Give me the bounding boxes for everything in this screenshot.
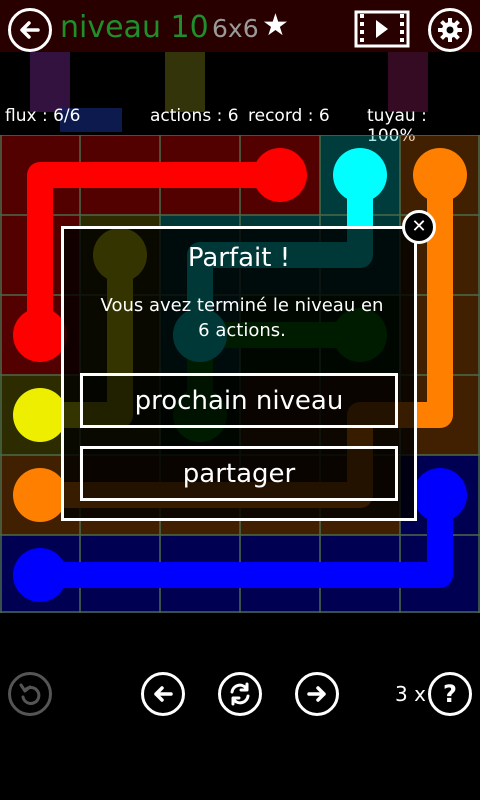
close-dialog-button[interactable]: ✕: [402, 210, 436, 244]
film-play-icon: [354, 10, 410, 48]
video-button[interactable]: [354, 10, 410, 48]
dialog-title: Parfait !: [187, 243, 291, 273]
dialog-message-line1: Vous avez terminé le niveau en: [100, 295, 384, 316]
gear-icon: [438, 18, 462, 42]
hint-button[interactable]: ?: [428, 672, 472, 716]
blue-dot: [13, 548, 67, 602]
undo-button[interactable]: [8, 672, 52, 716]
orange-dot: [413, 148, 467, 202]
arrow-left-icon: [20, 21, 40, 39]
grid-size-label: 6x6: [212, 14, 259, 43]
previous-level-button[interactable]: [141, 672, 185, 716]
hint-count: 3 x: [395, 682, 426, 706]
back-button[interactable]: [8, 8, 52, 52]
cyan-dot: [333, 148, 387, 202]
question-icon: ?: [443, 680, 457, 708]
undo-icon: [19, 683, 41, 705]
refresh-icon: [230, 682, 250, 706]
close-icon: ✕: [411, 216, 427, 237]
next-level-button[interactable]: prochain niveau: [80, 373, 398, 428]
arrow-left-icon: [154, 686, 173, 702]
record-counter: record : 6: [248, 106, 330, 126]
share-button[interactable]: partager: [80, 446, 398, 501]
arrow-right-icon: [307, 686, 326, 702]
level-title: niveau 10: [60, 10, 209, 45]
level-complete-dialog: Parfait ! Vous avez terminé le niveau en…: [61, 226, 417, 521]
red-dot: [13, 308, 67, 362]
dialog-message: Vous avez terminé le niveau en 6 actions…: [84, 293, 400, 343]
blue-dot: [413, 468, 467, 522]
moves-counter: actions : 6: [150, 106, 239, 126]
yellow-dot: [13, 388, 67, 442]
restart-button[interactable]: [218, 672, 262, 716]
next-level-arrow-button[interactable]: [295, 672, 339, 716]
orange-dot: [13, 468, 67, 522]
flows-counter: flux : 6/6: [5, 106, 81, 126]
dialog-message-line2: 6 actions.: [198, 320, 286, 341]
red-dot: [253, 148, 307, 202]
settings-button[interactable]: [428, 8, 472, 52]
star-icon: ★: [262, 8, 289, 43]
